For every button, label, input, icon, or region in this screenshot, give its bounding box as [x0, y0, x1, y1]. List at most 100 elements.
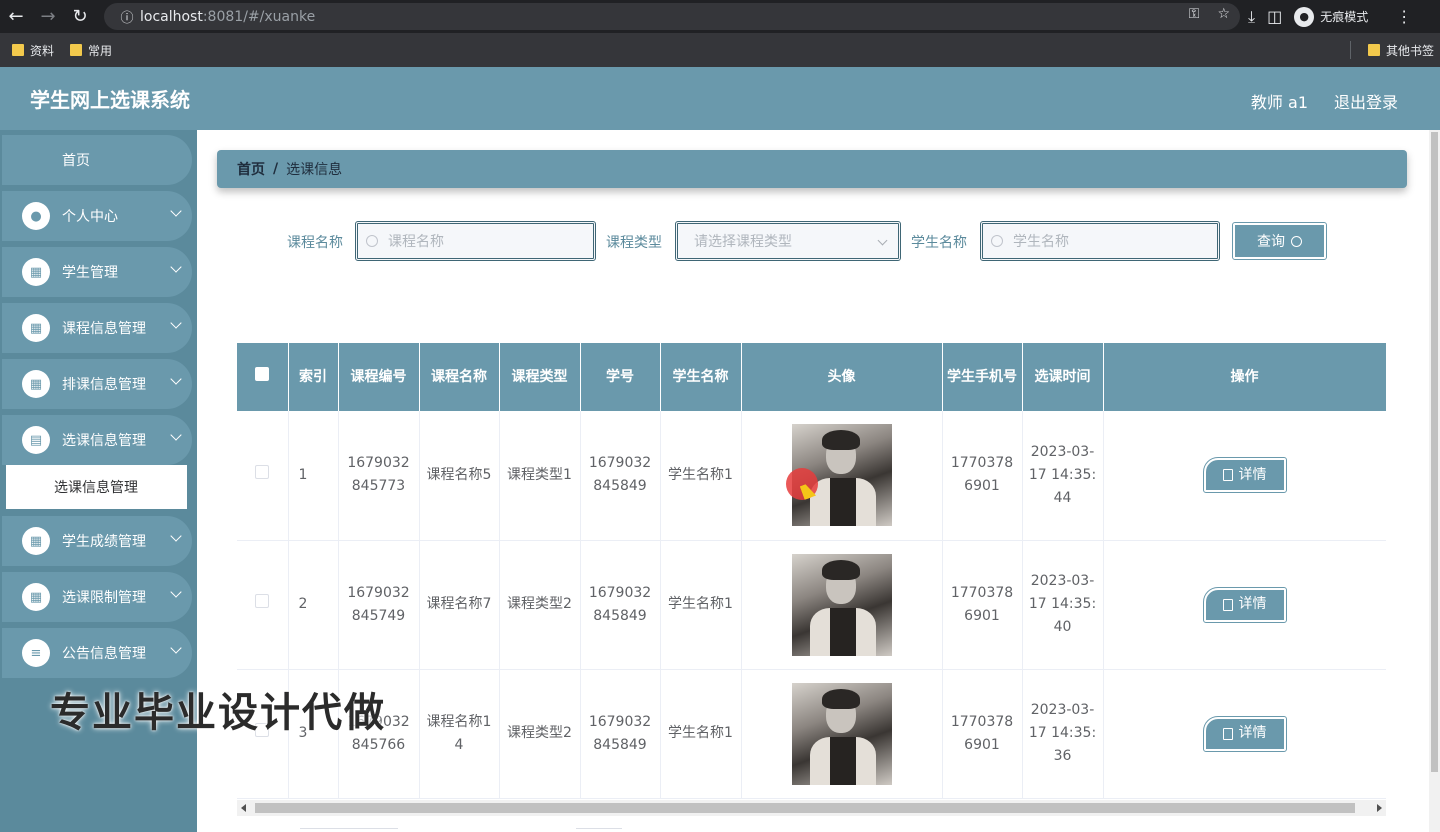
- cell-avatar: [741, 411, 943, 541]
- cell-time: 2023-03-17 14:35:40: [1022, 540, 1104, 670]
- query-button[interactable]: 查询: [1232, 222, 1327, 260]
- chevron-down-icon: [170, 261, 182, 273]
- app-header: 学生网上选课系统 教师 a1 退出登录: [0, 67, 1440, 130]
- address-bar[interactable]: ⓘ localhost:8081/#/xuanke ⚿ ☆: [104, 3, 1240, 30]
- info-icon[interactable]: ⓘ: [114, 7, 140, 26]
- cell-course-name: 课程名称14: [419, 669, 500, 799]
- avatar: [791, 553, 892, 656]
- star-icon[interactable]: ☆: [1217, 6, 1230, 22]
- key-icon[interactable]: ⚿: [1189, 6, 1200, 22]
- scroll-thumb[interactable]: [1431, 132, 1438, 772]
- row-checkbox-cell: [237, 411, 289, 541]
- row-checkbox[interactable]: [255, 723, 270, 737]
- table-horizontal-scrollbar[interactable]: [237, 800, 1386, 816]
- scroll-left-icon[interactable]: [241, 804, 246, 812]
- scroll-thumb[interactable]: [255, 803, 1355, 813]
- cell-avatar: [741, 669, 943, 799]
- grid-icon: ▦: [22, 258, 50, 286]
- select-all-cell: [237, 343, 289, 411]
- avatar: [791, 682, 892, 785]
- scroll-right-icon[interactable]: [1377, 804, 1382, 812]
- bookmark-folder-ziliao[interactable]: 资料: [12, 42, 54, 59]
- sidepanel-icon[interactable]: ◫: [1267, 7, 1282, 26]
- row-checkbox-cell: [237, 669, 289, 799]
- bookmarks-bar: 资料 常用 其他书签: [0, 33, 1440, 67]
- row-checkbox[interactable]: [255, 464, 270, 479]
- back-icon[interactable]: ←: [0, 0, 32, 33]
- reload-icon[interactable]: ↻: [64, 0, 96, 33]
- sidebar-item-grades[interactable]: ▦ 学生成绩管理: [2, 516, 192, 566]
- cell-avatar: [741, 540, 943, 670]
- row-checkbox-cell: [237, 540, 289, 670]
- grid-icon: ▦: [22, 370, 50, 398]
- grid-icon: ▦: [22, 583, 50, 611]
- course-name-label: 课程名称: [287, 235, 343, 251]
- grid-icon: ▦: [22, 314, 50, 342]
- table-row: 3 1679032845766 课程名称14 课程类型2 16790328458…: [237, 669, 1386, 799]
- chevron-down-icon: [877, 235, 888, 246]
- bookmark-folder-changyong[interactable]: 常用: [70, 42, 112, 59]
- incognito-badge[interactable]: ● 无痕模式: [1294, 6, 1368, 27]
- page-vertical-scrollbar[interactable]: [1429, 130, 1440, 832]
- cell-student-name: 学生名称1: [660, 540, 742, 670]
- sidebar-item-notices[interactable]: ≡ 公告信息管理: [2, 628, 192, 678]
- sidebar-item-students[interactable]: ▦ 学生管理: [2, 247, 192, 297]
- logout-link[interactable]: 退出登录: [1334, 89, 1398, 113]
- student-name-input[interactable]: 学生名称: [980, 221, 1220, 261]
- bookmark-other[interactable]: 其他书签: [1367, 33, 1434, 67]
- col-course-type: 课程类型: [499, 343, 581, 411]
- cell-index: 2: [288, 540, 339, 670]
- chevron-down-icon: [170, 642, 182, 654]
- app-title: 学生网上选课系统: [30, 88, 190, 112]
- detail-button[interactable]: 详情: [1202, 457, 1287, 494]
- current-user: 教师 a1: [1250, 93, 1308, 112]
- cell-student-name: 学生名称1: [660, 411, 742, 541]
- col-avatar: 头像: [741, 343, 943, 411]
- cell-index: 1: [288, 411, 339, 541]
- sidebar-item-schedule[interactable]: ▦ 排课信息管理: [2, 359, 192, 409]
- cell-student-no: 1679032845849: [580, 540, 661, 670]
- detail-button[interactable]: 详情: [1202, 715, 1287, 752]
- cell-course-type: 课程类型1: [499, 411, 581, 541]
- sidebar-item-profile[interactable]: ● 个人中心: [2, 191, 192, 241]
- cell-index: 3: [288, 669, 339, 799]
- course-name-input[interactable]: 课程名称: [355, 221, 596, 261]
- sidebar-item-selection[interactable]: ▤ 选课信息管理: [2, 415, 192, 465]
- cell-course-type: 课程类型2: [499, 669, 581, 799]
- selection-table: 索引 课程编号 课程名称 课程类型 学号 学生名称 头像 学生手机号 选课时间 …: [237, 343, 1386, 816]
- course-type-select[interactable]: 请选择课程类型: [675, 221, 901, 261]
- grid-icon: ▦: [22, 527, 50, 555]
- sidebar-item-home[interactable]: 首页: [2, 135, 192, 185]
- pagination-edge: [300, 828, 398, 832]
- menu-dots-icon[interactable]: ⋮: [1396, 7, 1412, 26]
- cell-course-type: 课程类型2: [499, 540, 581, 670]
- briefcase-icon: ▤: [22, 426, 50, 454]
- cell-course-name: 课程名称5: [419, 411, 500, 541]
- col-course-name: 课程名称: [419, 343, 500, 411]
- chevron-down-icon: [170, 373, 182, 385]
- chevron-down-icon: [170, 429, 182, 441]
- cell-actions: 详情: [1103, 411, 1386, 541]
- cell-student-no: 1679032845849: [580, 669, 661, 799]
- download-icon[interactable]: ⤓: [1248, 7, 1255, 27]
- detail-button[interactable]: 详情: [1202, 586, 1287, 623]
- folder-icon: [12, 44, 24, 56]
- forward-icon[interactable]: →: [32, 0, 64, 33]
- cell-phone: 17703786901: [942, 411, 1023, 541]
- col-index: 索引: [288, 343, 339, 411]
- row-checkbox[interactable]: [255, 594, 270, 608]
- pagination-edge: [576, 828, 622, 832]
- sidebar-item-limits[interactable]: ▦ 选课限制管理: [2, 572, 192, 622]
- chevron-down-icon: [170, 205, 182, 217]
- sidebar-subitem-selection[interactable]: 选课信息管理: [6, 465, 187, 509]
- col-student-no: 学号: [580, 343, 661, 411]
- select-all-checkbox[interactable]: [255, 367, 270, 381]
- cell-student-no: 1679032845849: [580, 411, 661, 541]
- breadcrumb-home[interactable]: 首页: [237, 159, 265, 179]
- list-icon: ≡: [22, 639, 50, 667]
- search-icon: [366, 235, 378, 247]
- cell-actions: 详情: [1103, 540, 1386, 670]
- sidebar-item-courses[interactable]: ▦ 课程信息管理: [2, 303, 192, 353]
- cell-time: 2023-03-17 14:35:36: [1022, 669, 1104, 799]
- cell-student-name: 学生名称1: [660, 669, 742, 799]
